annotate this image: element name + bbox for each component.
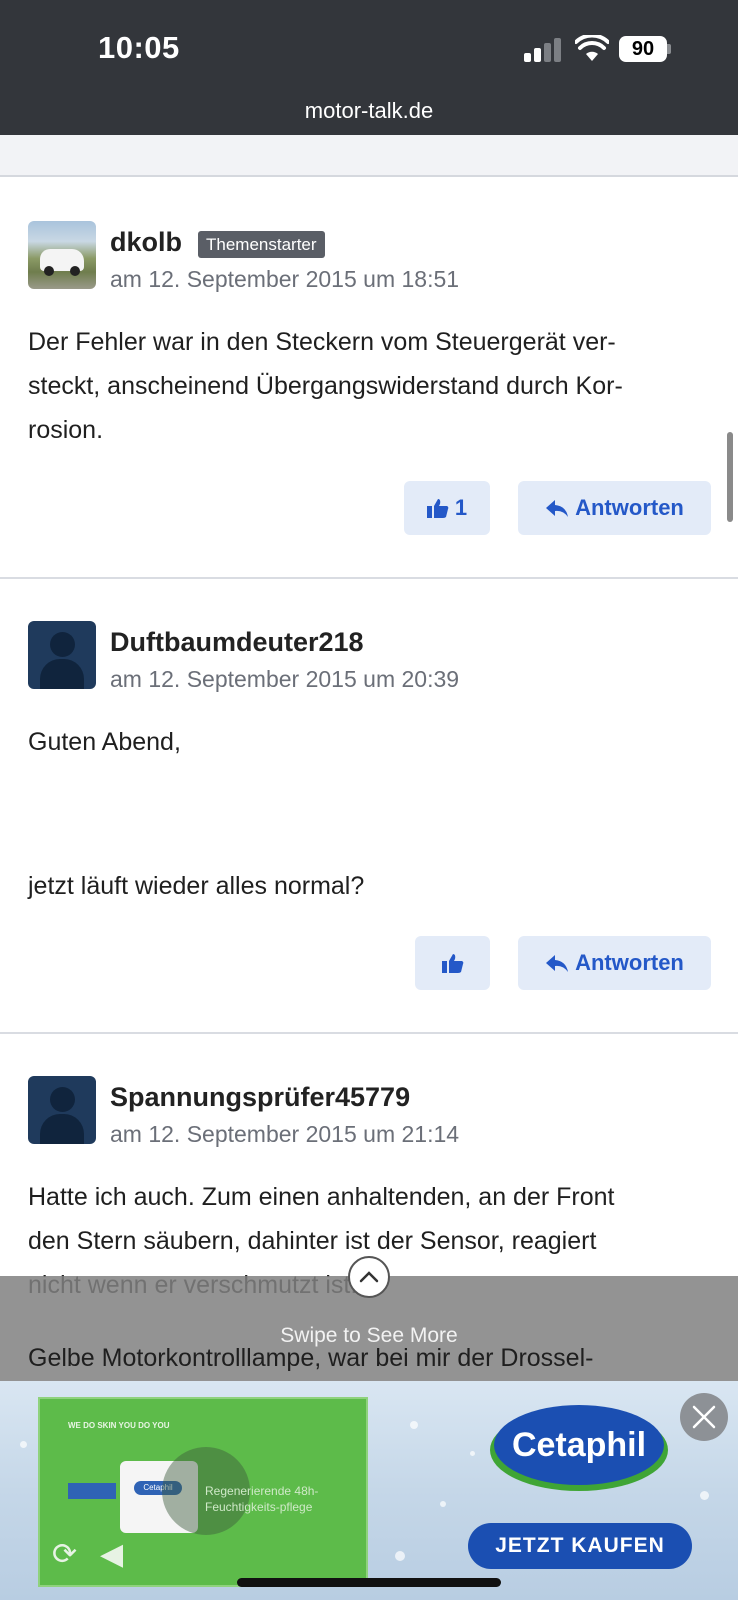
post-text-line: Guten Abend, xyxy=(28,728,181,756)
battery-icon: 90 xyxy=(619,36,671,62)
status-time: 10:05 xyxy=(98,30,180,65)
battery-level: 90 xyxy=(619,36,667,62)
swipe-hint: Swipe to See More xyxy=(280,1324,458,1347)
ad-banner[interactable]: WE DO SKIN YOU DO YOU Cetaphil Regenerie… xyxy=(0,1381,738,1600)
thumbs-up-icon xyxy=(426,499,449,518)
post-divider xyxy=(0,577,738,579)
like-count: 1 xyxy=(454,495,468,520)
post-text-line: rosion. xyxy=(28,416,104,444)
post-username[interactable]: Spannungsprüfer45779 xyxy=(110,1082,410,1113)
post-username[interactable]: dkolb xyxy=(110,227,182,258)
post-text-line: Der Fehler war in den Steckern vom Steue… xyxy=(28,328,616,356)
post-username[interactable]: Duftbaumdeuter218 xyxy=(110,627,364,658)
post-text-line: jetzt läuft wieder alles normal? xyxy=(28,872,365,900)
page-header-strip xyxy=(0,135,738,177)
brand-logo: Cetaphil xyxy=(494,1405,664,1485)
thumbs-up-icon xyxy=(441,954,463,973)
post-text-line: steckt, anscheinend Übergangswiderstand … xyxy=(28,372,623,400)
thread-starter-badge: Themenstarter xyxy=(198,231,325,258)
volume-icon[interactable]: ◀ xyxy=(100,1537,123,1572)
reply-icon xyxy=(546,500,569,517)
browser-top-bar: 10:05 90 motor-talk.de xyxy=(0,0,738,135)
reply-button[interactable]: Antworten xyxy=(518,936,711,990)
post-date: am 12. September 2015 um 18:51 xyxy=(110,266,460,292)
ad-video-tagline: WE DO SKIN YOU DO YOU xyxy=(68,1421,170,1430)
close-icon[interactable] xyxy=(680,1393,728,1441)
like-button[interactable]: 1 xyxy=(404,481,490,535)
buy-now-button[interactable]: JETZT KAUFEN xyxy=(468,1523,692,1569)
ad-product-text: Regenerierende 48h-Feuchtigkeits-pflege xyxy=(205,1484,319,1514)
chevron-up-icon[interactable] xyxy=(348,1256,390,1298)
avatar[interactable] xyxy=(28,221,96,289)
post-text-line: Gelbe Motorkontrolllampe, war bei mir de… xyxy=(28,1344,594,1372)
restart-icon[interactable]: ⟳ xyxy=(52,1537,77,1572)
reply-label: Antworten xyxy=(575,495,684,520)
post-text-line: Hatte ich auch. Zum einen anhaltenden, a… xyxy=(28,1183,615,1211)
avatar[interactable] xyxy=(28,1076,96,1144)
like-button[interactable] xyxy=(415,936,490,990)
post-divider xyxy=(0,1032,738,1034)
scrollbar[interactable] xyxy=(727,432,733,522)
reply-button[interactable]: Antworten xyxy=(518,481,711,535)
home-indicator[interactable] xyxy=(237,1578,501,1587)
post-date: am 12. September 2015 um 20:39 xyxy=(110,666,460,692)
reply-icon xyxy=(546,955,569,972)
ad-video[interactable]: WE DO SKIN YOU DO YOU Cetaphil Regenerie… xyxy=(38,1397,368,1587)
wifi-icon xyxy=(575,35,609,61)
url-bar[interactable]: motor-talk.de xyxy=(0,98,738,124)
avatar[interactable] xyxy=(28,621,96,689)
post-text: Der Fehler war in den Steckern vom Steue… xyxy=(28,320,718,452)
post-date: am 12. September 2015 um 21:14 xyxy=(110,1121,460,1147)
cellular-signal-icon xyxy=(524,38,562,62)
reply-label: Antworten xyxy=(575,950,684,975)
